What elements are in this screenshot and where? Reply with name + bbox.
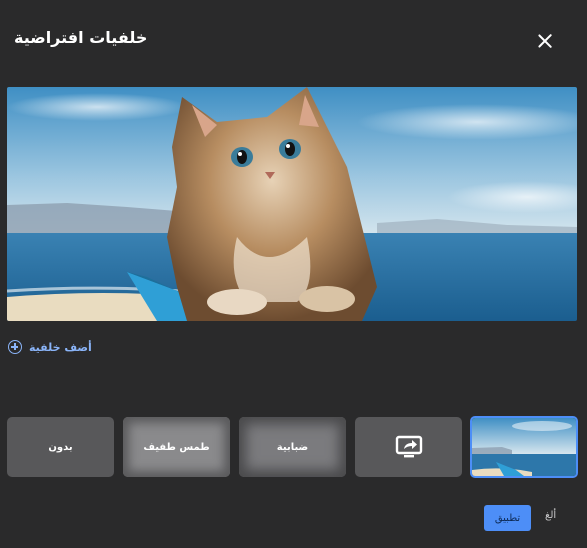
plus-circle-icon [8, 340, 22, 354]
background-tile-blur[interactable]: ضبابية [239, 417, 346, 477]
background-tile-none[interactable]: بدون [7, 417, 114, 477]
tile-label-none: بدون [48, 441, 73, 453]
preview-image [7, 87, 577, 321]
add-background-label: أضف خلفية [29, 340, 92, 354]
beach-thumbnail [472, 418, 576, 476]
background-tile-beach-selected[interactable] [470, 416, 578, 478]
background-preview [7, 87, 577, 321]
screen-share-icon [395, 435, 422, 458]
tile-label-slight-blur: طمس طفيف [143, 441, 210, 453]
apply-button[interactable]: تطبيق [484, 505, 531, 531]
background-tile-slight-blur[interactable]: طمس طفيف [123, 417, 230, 477]
close-icon[interactable] [534, 30, 556, 52]
background-tile-screen-share[interactable] [355, 417, 462, 477]
add-background-button[interactable]: أضف خلفية [8, 338, 92, 356]
cancel-button[interactable]: ألغ [545, 510, 556, 521]
dialog-title: خلفيات افتراضية [14, 28, 148, 47]
tile-label-blur: ضبابية [276, 441, 309, 453]
